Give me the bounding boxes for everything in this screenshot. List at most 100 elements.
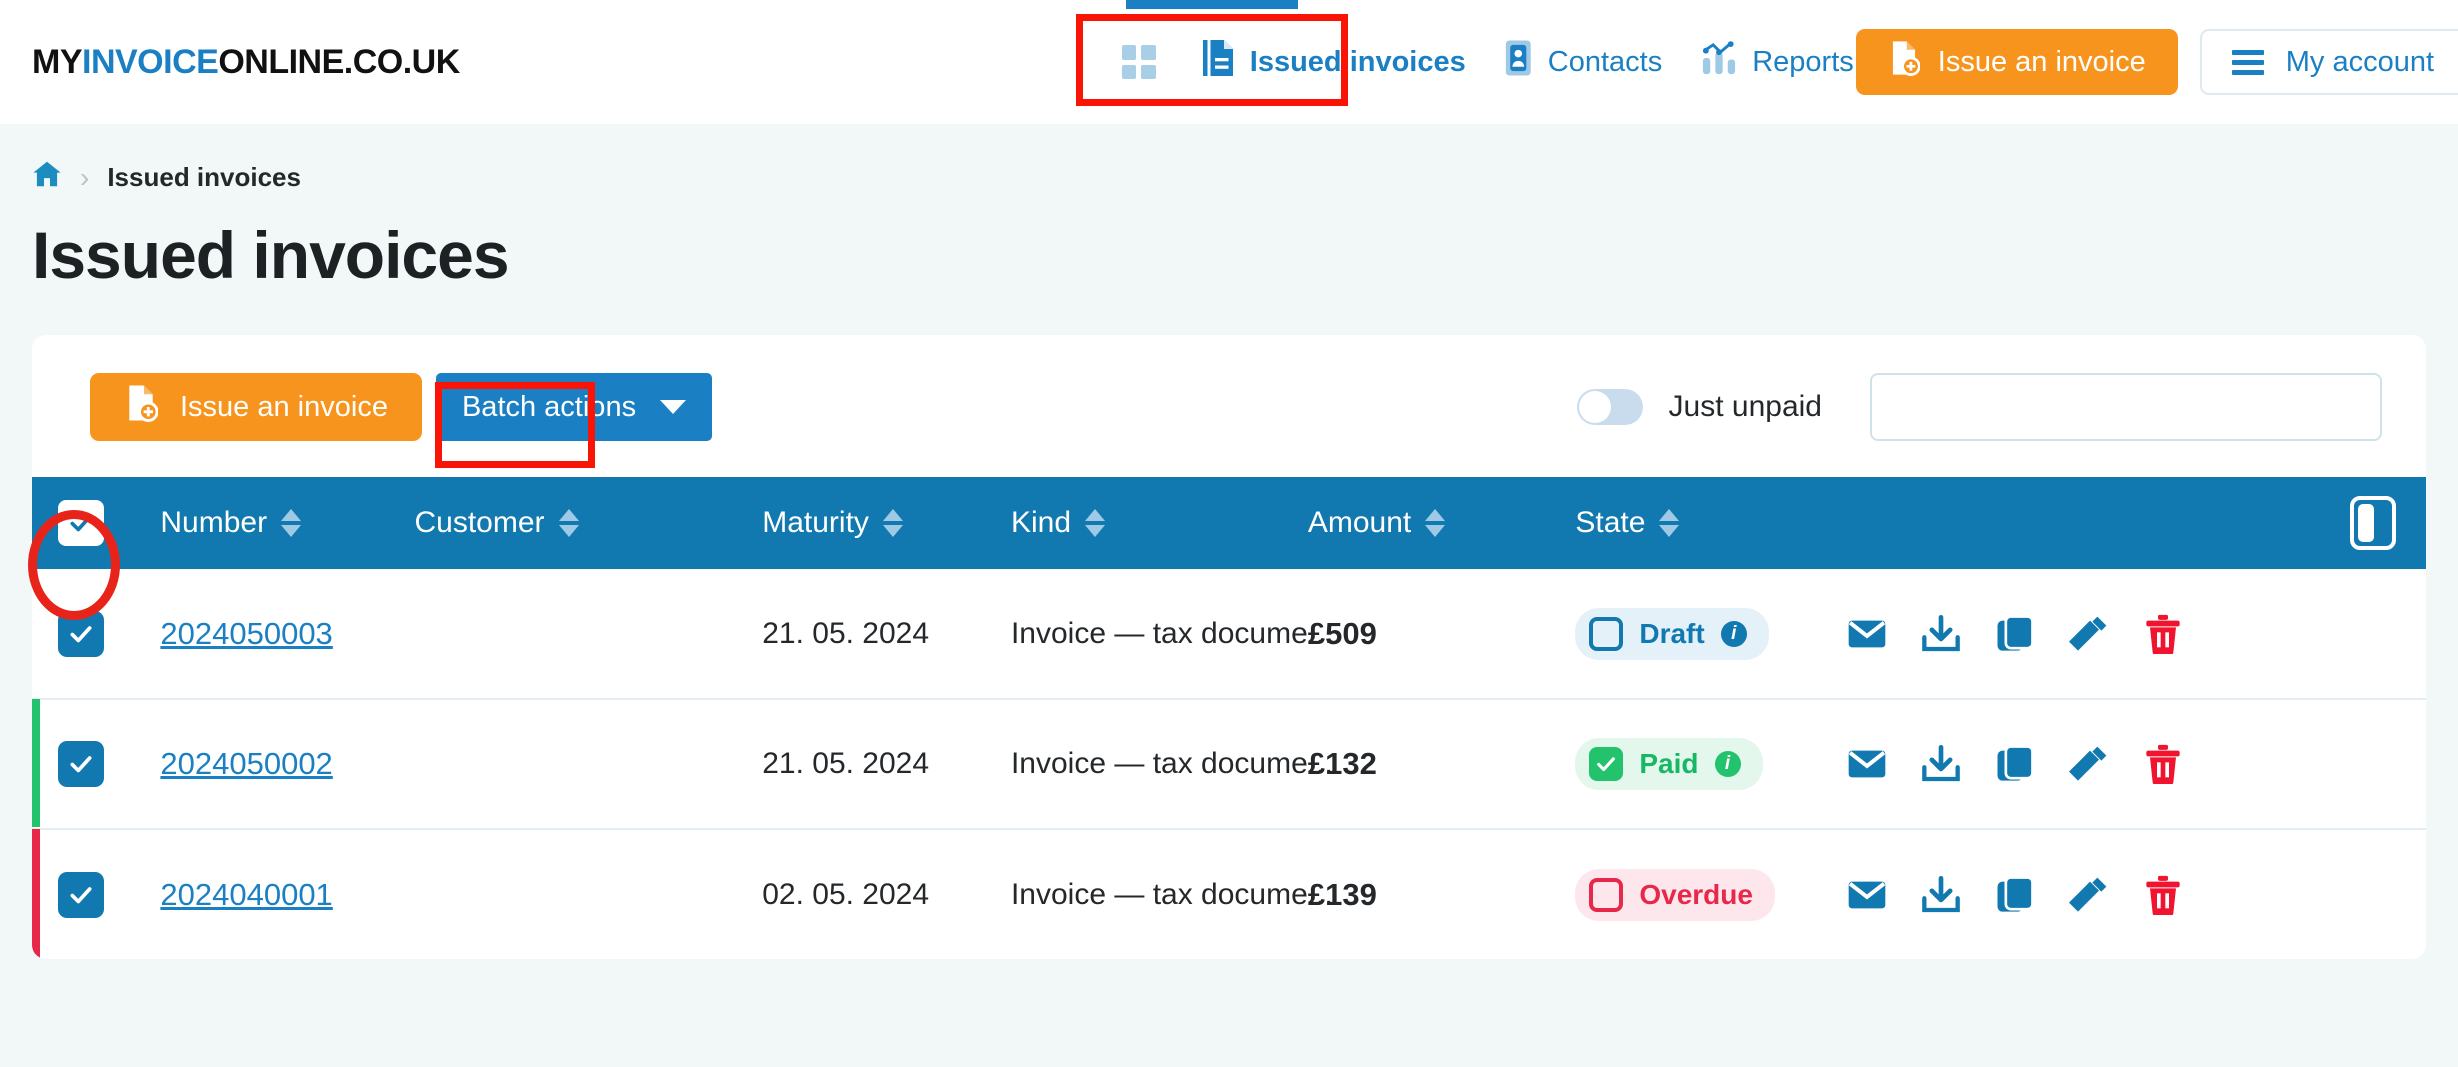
page-title: Issued invoices bbox=[32, 218, 510, 292]
row-status-bar bbox=[32, 829, 40, 959]
sort-icon-customer[interactable] bbox=[558, 509, 579, 537]
batch-actions-button[interactable]: Batch actions bbox=[435, 373, 713, 441]
info-icon[interactable]: i bbox=[1714, 751, 1741, 777]
active-nav-indicator bbox=[1126, 0, 1298, 9]
table-row[interactable]: 2024040001 02. 05. 2024 Invoice — tax do… bbox=[32, 829, 2426, 959]
send-email-icon[interactable] bbox=[1847, 875, 1887, 915]
columns-toggle-icon[interactable] bbox=[2350, 496, 2396, 550]
contact-card-icon bbox=[1504, 39, 1534, 85]
hamburger-menu-icon bbox=[2231, 49, 2264, 75]
issue-invoice-label: Issue an invoice bbox=[180, 390, 388, 423]
column-header-customer[interactable]: Customer bbox=[415, 477, 763, 569]
sort-icon-maturity[interactable] bbox=[882, 509, 903, 537]
sort-icon-state[interactable] bbox=[1659, 509, 1680, 537]
table-header: Number Customer Maturity Kind Amount Sta… bbox=[32, 477, 2426, 569]
table-row[interactable]: 2024050003 21. 05. 2024 Invoice — tax do… bbox=[32, 569, 2426, 699]
table-row[interactable]: 2024050002 21. 05. 2024 Invoice — tax do… bbox=[32, 699, 2426, 829]
breadcrumb-separator: › bbox=[80, 161, 90, 193]
breadcrumb-current: Issued invoices bbox=[107, 162, 301, 192]
cell-kind: Invoice — tax docume... bbox=[1010, 877, 1333, 911]
column-label-kind: Kind bbox=[1010, 506, 1072, 539]
edit-pencil-icon[interactable] bbox=[2069, 875, 2109, 915]
status-badge[interactable]: Draft i bbox=[1575, 607, 1769, 660]
row-checkbox[interactable] bbox=[58, 871, 104, 918]
cell-customer bbox=[415, 569, 763, 699]
column-header-number[interactable]: Number bbox=[160, 477, 414, 569]
column-label-state: State bbox=[1575, 506, 1646, 539]
logo-text-part1: MY bbox=[32, 42, 83, 81]
cell-state: Paid i bbox=[1575, 699, 1837, 829]
edit-pencil-icon[interactable] bbox=[2069, 614, 2109, 654]
cell-number: 2024040001 bbox=[160, 829, 414, 959]
row-checkbox[interactable] bbox=[58, 610, 104, 657]
row-checkbox[interactable] bbox=[58, 741, 104, 787]
search-input[interactable] bbox=[1870, 373, 2382, 441]
issue-invoice-button[interactable]: Issue an invoice bbox=[90, 373, 422, 441]
row-checkbox-cell bbox=[32, 569, 160, 699]
invoices-table: Number Customer Maturity Kind Amount Sta… bbox=[32, 477, 2426, 959]
select-all-checkbox[interactable] bbox=[58, 500, 104, 546]
row-checkbox-cell bbox=[32, 829, 160, 959]
status-badge-label: Draft bbox=[1639, 617, 1705, 649]
download-icon[interactable] bbox=[1921, 875, 1961, 915]
invoice-number-link[interactable]: 2024040001 bbox=[160, 877, 332, 912]
send-email-icon[interactable] bbox=[1847, 744, 1887, 784]
cell-state: Overdue bbox=[1575, 829, 1837, 959]
table-body: 2024050003 21. 05. 2024 Invoice — tax do… bbox=[32, 569, 2426, 959]
main-navigation: Issued invoices Contacts Reports bbox=[1120, 30, 1856, 94]
toolbar-right: Just unpaid bbox=[1576, 373, 2382, 441]
dashboard-grid-icon bbox=[1121, 45, 1156, 79]
column-header-actions bbox=[1837, 477, 2426, 569]
cell-customer bbox=[415, 699, 763, 829]
nav-item-contacts[interactable]: Contacts bbox=[1502, 31, 1664, 93]
column-header-amount[interactable]: Amount bbox=[1308, 477, 1575, 569]
my-account-label: My account bbox=[2285, 45, 2435, 78]
home-icon[interactable] bbox=[32, 160, 62, 195]
delete-trash-icon[interactable] bbox=[2143, 744, 2183, 784]
column-header-kind[interactable]: Kind bbox=[1011, 477, 1308, 569]
breadcrumb: › Issued invoices bbox=[0, 124, 2458, 195]
cell-amount: £139 bbox=[1307, 876, 1377, 912]
cell-kind: Invoice — tax docume... bbox=[1010, 747, 1333, 780]
nav-label-issued-invoices: Issued invoices bbox=[1249, 45, 1466, 78]
row-actions bbox=[1837, 744, 2426, 784]
download-icon[interactable] bbox=[1921, 614, 1961, 654]
row-status-bar bbox=[32, 699, 40, 827]
status-badge[interactable]: Paid i bbox=[1575, 738, 1763, 790]
just-unpaid-toggle[interactable] bbox=[1576, 389, 1643, 425]
invoice-number-link[interactable]: 2024050002 bbox=[160, 746, 332, 781]
column-header-state[interactable]: State bbox=[1575, 477, 1837, 569]
duplicate-icon[interactable] bbox=[1995, 744, 2035, 784]
nav-item-reports[interactable]: Reports bbox=[1698, 31, 1856, 93]
edit-pencil-icon[interactable] bbox=[2069, 744, 2109, 784]
delete-trash-icon[interactable] bbox=[2143, 875, 2183, 915]
duplicate-icon[interactable] bbox=[1995, 614, 2035, 654]
delete-trash-icon[interactable] bbox=[2143, 614, 2183, 654]
cell-maturity: 21. 05. 2024 bbox=[762, 616, 930, 650]
download-icon[interactable] bbox=[1921, 744, 1961, 784]
column-label-maturity: Maturity bbox=[762, 506, 869, 539]
column-label-customer: Customer bbox=[414, 506, 545, 539]
table-toolbar: Issue an invoice Batch actions Just unpa… bbox=[32, 335, 2426, 477]
cell-maturity: 02. 05. 2024 bbox=[762, 877, 930, 911]
site-logo[interactable]: MYINVOICEONLINE.CO.UK bbox=[32, 43, 460, 82]
info-icon[interactable]: i bbox=[1720, 620, 1747, 647]
column-header-select-all bbox=[32, 477, 160, 569]
send-email-icon[interactable] bbox=[1847, 614, 1887, 654]
logo-text-part2: INVOICE bbox=[82, 42, 219, 81]
sort-icon-number[interactable] bbox=[281, 509, 302, 537]
nav-item-dashboard[interactable] bbox=[1120, 37, 1158, 87]
column-header-maturity[interactable]: Maturity bbox=[762, 477, 1011, 569]
status-badge-label: Overdue bbox=[1639, 878, 1753, 910]
header-issue-invoice-button[interactable]: Issue an invoice bbox=[1855, 29, 2178, 95]
status-badge[interactable]: Overdue bbox=[1575, 868, 1775, 921]
nav-item-issued-invoices[interactable]: Issued invoices bbox=[1198, 30, 1468, 94]
invoice-number-link[interactable]: 2024050003 bbox=[160, 616, 332, 651]
just-unpaid-label: Just unpaid bbox=[1668, 390, 1822, 423]
cell-maturity: 21. 05. 2024 bbox=[762, 747, 930, 780]
my-account-button[interactable]: My account bbox=[2199, 29, 2458, 95]
sort-icon-amount[interactable] bbox=[1425, 509, 1446, 537]
duplicate-icon[interactable] bbox=[1995, 875, 2035, 915]
sort-icon-kind[interactable] bbox=[1085, 509, 1106, 537]
table-header-row: Number Customer Maturity Kind Amount Sta… bbox=[32, 477, 2426, 569]
